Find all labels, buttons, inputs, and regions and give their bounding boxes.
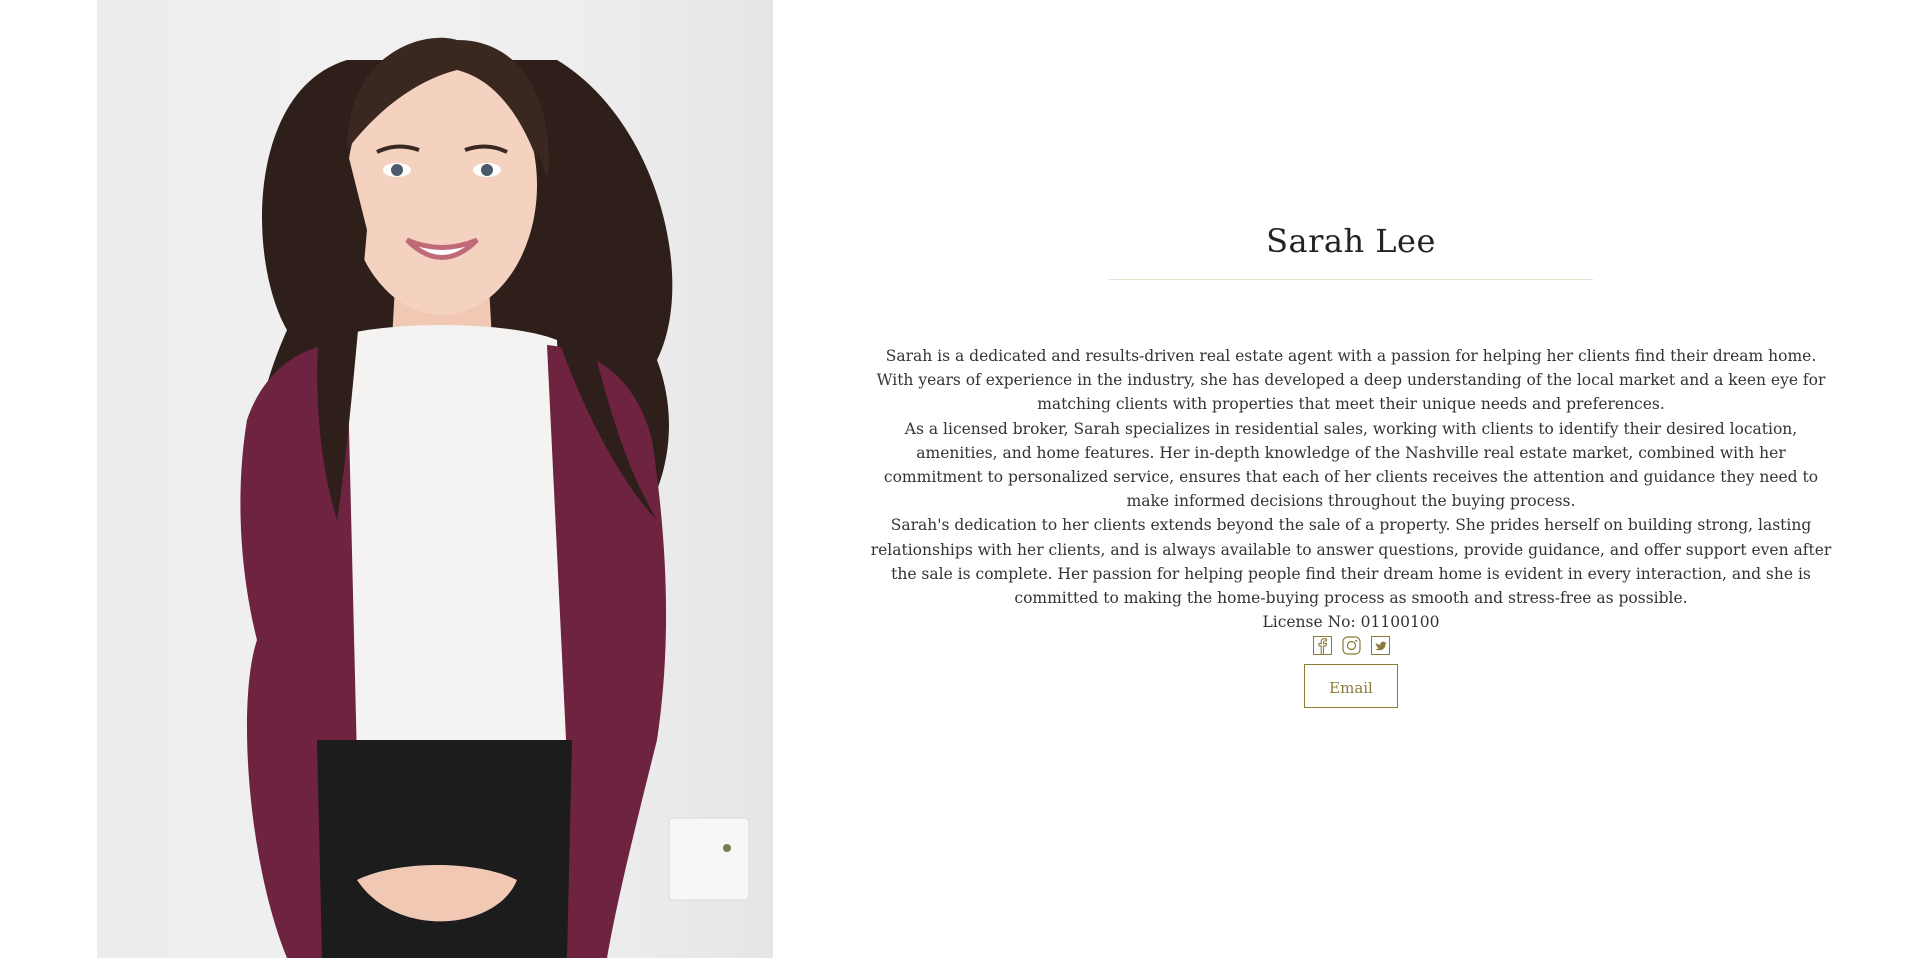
- agent-bio: Sarah is a dedicated and results-driven …: [868, 344, 1834, 610]
- bio-paragraph: Sarah is a dedicated and results-driven …: [876, 347, 1826, 414]
- agent-photo: [97, 0, 773, 958]
- bio-paragraph: Sarah's dedication to her clients extend…: [870, 516, 1832, 608]
- facebook-icon[interactable]: [1312, 636, 1332, 655]
- instagram-icon[interactable]: [1341, 636, 1361, 655]
- name-divider: [1109, 279, 1593, 280]
- agent-profile-page: Sarah Lee Sarah is a dedicated and resul…: [0, 0, 1919, 963]
- bio-paragraph: As a licensed broker, Sarah specializes …: [883, 419, 1819, 511]
- social-links: [868, 636, 1834, 655]
- agent-portrait-illustration: [240, 37, 750, 958]
- email-button[interactable]: Email: [1304, 664, 1398, 708]
- agent-name: Sarah Lee: [1266, 222, 1436, 260]
- agent-info: Sarah Lee Sarah is a dedicated and resul…: [868, 0, 1834, 963]
- twitter-icon[interactable]: [1370, 636, 1390, 655]
- license-number: License No: 01100100: [1262, 613, 1440, 631]
